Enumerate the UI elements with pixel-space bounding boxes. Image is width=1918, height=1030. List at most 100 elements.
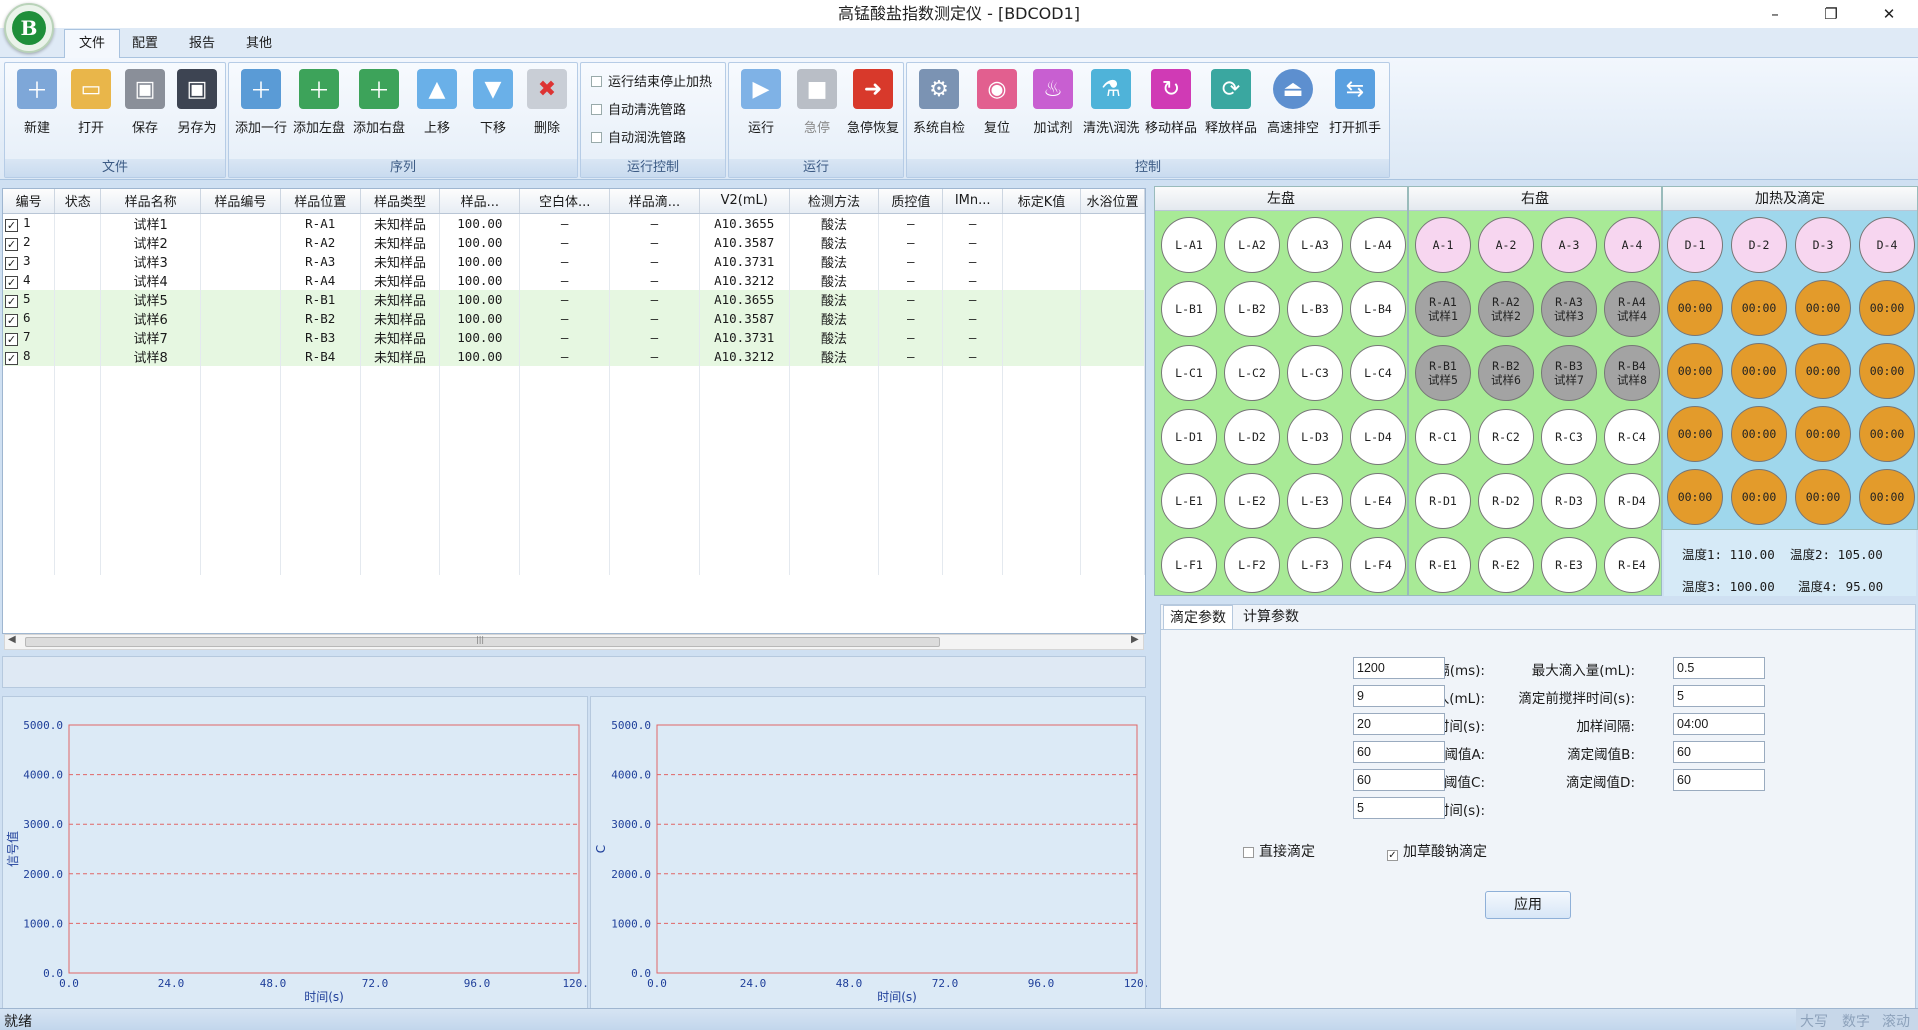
col-header[interactable]: 样品... [439,189,521,214]
row-number-cell[interactable]: ✓ 4 [3,270,56,290]
tray-well[interactable]: 00:00 [1795,343,1851,399]
titration-interval-input[interactable]: 1200 [1353,657,1445,679]
tray-well[interactable]: R-B3 试样7 [1541,345,1597,401]
app-logo[interactable]: B [4,3,54,53]
row-checkbox[interactable]: ✓ [5,256,18,270]
col-header[interactable]: 空白体... [519,189,611,214]
tray-well[interactable]: 00:00 [1731,406,1787,462]
tray-well[interactable]: R-A1 试样1 [1415,281,1471,337]
tray-well[interactable]: L-C2 [1224,345,1280,401]
cooling-time-input[interactable]: 5 [1353,797,1445,819]
add-row-button[interactable]: ＋添加一行 [233,69,289,149]
table-row[interactable]: ✓ 2 试样2 R-A2 未知样品 100.00– – A10.3587 酸法 – – [3,232,1146,252]
tray-well[interactable]: L-E1 [1161,473,1217,529]
check-auto-clean[interactable]: 自动清洗管路 [591,99,686,118]
tray-well[interactable]: R-C2 [1478,409,1534,465]
table-row[interactable]: ✓ 8 试样8 R-B4 未知样品 100.00– – A10.3212 酸法 – – [3,346,1146,366]
tray-well[interactable]: R-D4 [1604,473,1660,529]
row-number-cell[interactable]: ✓ 8 [3,346,56,366]
tray-well[interactable]: R-D2 [1478,473,1534,529]
tray-well[interactable]: L-D4 [1350,409,1406,465]
tray-well[interactable]: A-2 [1478,217,1534,273]
minimize-button[interactable]: – [1752,0,1798,28]
stir-time-input[interactable]: 5 [1673,685,1765,707]
save-button[interactable]: ▣ 保存 [117,69,173,149]
save-as-button[interactable]: ▣ 另存为 [169,69,225,149]
tray-well[interactable]: L-E2 [1224,473,1280,529]
col-header[interactable]: 编号 [3,189,56,214]
col-header[interactable]: 标定K值 [1002,189,1081,214]
scroll-right-icon[interactable]: ▶ [1131,634,1139,645]
oxalate-titration-check[interactable]: ✓ 加草酸钠滴定 [1387,841,1487,861]
row-checkbox[interactable]: ✓ [5,218,18,232]
tray-well[interactable]: R-E4 [1604,537,1660,593]
row-number-cell[interactable]: ✓ 6 [3,308,56,328]
tray-well[interactable]: L-A3 [1287,217,1343,273]
tray-well[interactable]: L-D1 [1161,409,1217,465]
tray-well[interactable]: L-B2 [1224,281,1280,337]
tray-well[interactable]: L-B3 [1287,281,1343,337]
tray-well[interactable]: L-A2 [1224,217,1280,273]
table-row[interactable]: ✓ 3 试样3 R-A3 未知样品 100.00– – A10.3731 酸法 – – [3,251,1146,271]
tray-well[interactable]: 00:00 [1859,469,1915,525]
tray-well[interactable]: R-D1 [1415,473,1471,529]
tray-well[interactable]: R-A3 试样3 [1541,281,1597,337]
tray-well[interactable]: 00:00 [1795,469,1851,525]
threshold-c-input[interactable]: 60 [1353,769,1445,791]
tray-well[interactable]: A-4 [1604,217,1660,273]
threshold-b-input[interactable]: 60 [1673,741,1765,763]
tray-well[interactable]: 00:00 [1667,280,1723,336]
tray-well[interactable]: L-A4 [1350,217,1406,273]
row-checkbox[interactable]: ✓ [5,351,18,365]
row-number-cell[interactable]: ✓ 1 [3,213,56,233]
tray-well[interactable]: L-C1 [1161,345,1217,401]
move-up-button[interactable]: ▲ 上移 [409,69,465,149]
scroll-left-icon[interactable]: ◀ [8,634,16,645]
table-row[interactable]: ✓ 5 试样5 R-B1 未知样品 100.00– – A10.3655 酸法 – – [3,289,1146,309]
tray-well[interactable]: R-C3 [1541,409,1597,465]
tray-well[interactable]: R-E2 [1478,537,1534,593]
tray-well[interactable]: L-F4 [1350,537,1406,593]
tray-well[interactable]: L-D2 [1224,409,1280,465]
tray-well[interactable]: 00:00 [1859,280,1915,336]
tray-well[interactable]: D-2 [1731,217,1787,273]
tab-calc-params[interactable]: 计算参数 [1237,605,1305,629]
row-number-cell[interactable]: ✓ 5 [3,289,56,309]
tray-well[interactable]: L-E3 [1287,473,1343,529]
tab-other[interactable]: 其他 [232,30,286,58]
row-checkbox[interactable]: ✓ [5,294,18,308]
tray-well[interactable]: 00:00 [1859,343,1915,399]
tray-well[interactable]: 00:00 [1667,469,1723,525]
threshold-d-input[interactable]: 60 [1673,769,1765,791]
tray-well[interactable]: R-C4 [1604,409,1660,465]
table-row[interactable]: ✓ 1 试样1 R-A1 未知样品 100.00– – A10.3655 酸法 – – [3,213,1146,233]
tray-well[interactable]: L-D3 [1287,409,1343,465]
tray-well[interactable]: 00:00 [1731,280,1787,336]
direct-titration-check[interactable]: 直接滴定 [1243,841,1315,861]
tray-well[interactable]: 00:00 [1667,343,1723,399]
row-checkbox[interactable]: ✓ [5,313,18,327]
move-down-button[interactable]: ▼ 下移 [465,69,521,149]
threshold-a-input[interactable]: 60 [1353,741,1445,763]
tab-config[interactable]: 配置 [118,30,172,58]
run-button[interactable]: ▶ 运行 [733,69,789,149]
checkbox-checked[interactable]: ✓ [1387,850,1398,861]
add-left-tray-button[interactable]: ＋添加左盘 [291,69,347,149]
col-header[interactable]: 样品名称 [100,189,201,214]
tray-well[interactable]: R-A2 试样2 [1478,281,1534,337]
tray-well[interactable]: D-3 [1795,217,1851,273]
row-number-cell[interactable]: ✓ 2 [3,232,56,252]
checkbox[interactable] [591,104,602,115]
emergency-stop-button[interactable]: ■ 急停 [789,69,845,149]
tray-well[interactable]: D-1 [1667,217,1723,273]
tray-well[interactable]: 00:00 [1731,469,1787,525]
row-checkbox[interactable]: ✓ [5,237,18,251]
col-header[interactable]: 样品编号 [200,189,281,214]
row-checkbox[interactable]: ✓ [5,275,18,289]
tray-well[interactable]: 00:00 [1795,280,1851,336]
checkbox[interactable] [591,76,602,87]
add-right-tray-button[interactable]: ＋添加右盘 [351,69,407,149]
col-header[interactable]: V2(mL) [699,189,790,214]
col-header[interactable]: 样品滴... [609,189,700,214]
fast-drain-button[interactable]: ⏏ 高速排空 [1265,69,1321,149]
